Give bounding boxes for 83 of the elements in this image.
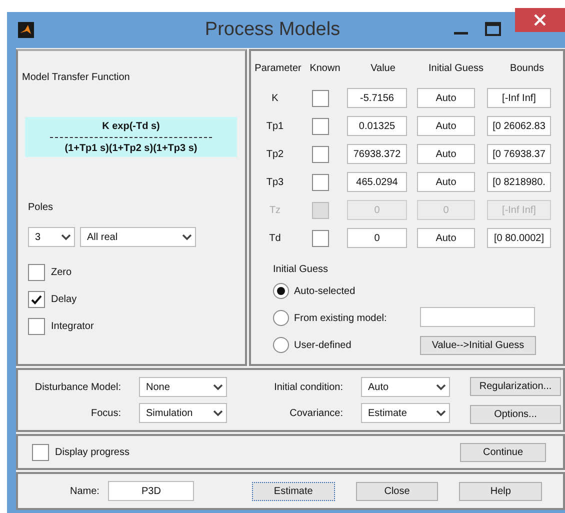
window-title: Process Models — [204, 18, 342, 42]
button[interactable]: Continue — [460, 442, 546, 462]
parameter-name: Tp3 — [265, 176, 285, 190]
initial-guess-field[interactable]: Auto — [417, 228, 475, 248]
checkbox-label: Delay — [51, 293, 77, 307]
button[interactable]: Options... — [470, 404, 561, 424]
value-field[interactable]: 465.0294 — [347, 172, 407, 192]
close-button[interactable] — [515, 8, 565, 32]
bounds-field[interactable]: [0 80.0002] — [487, 228, 551, 248]
radio-button[interactable] — [273, 283, 289, 299]
radio-button[interactable] — [273, 337, 289, 353]
pole-type-dropdown[interactable]: All real — [80, 227, 196, 247]
button[interactable]: Regularization... — [470, 376, 561, 396]
dropdown[interactable]: None — [139, 377, 227, 397]
model-field[interactable] — [420, 307, 535, 327]
checkbox-label: Zero — [51, 266, 72, 280]
bounds-field[interactable]: [0 76938.37 — [487, 144, 551, 164]
parameter-name: K — [270, 92, 280, 106]
checkbox[interactable] — [28, 318, 45, 335]
numerator-text: K exp(-Td s) — [102, 120, 160, 134]
denominator-text: (1+Tp1 s)(1+Tp2 s)(1+Tp3 s) — [64, 142, 198, 156]
initial-guess-field: 0 — [417, 200, 475, 220]
checkbox-label: Display progress — [55, 446, 130, 460]
button[interactable]: Value-->Initial Guess — [420, 336, 536, 355]
field-label: Focus: — [90, 406, 121, 420]
panel-title: Model Transfer Function — [22, 71, 130, 85]
initial-guess-field[interactable]: Auto — [417, 172, 475, 192]
button[interactable]: Estimate — [252, 482, 335, 500]
checkbox[interactable] — [312, 174, 328, 190]
caret-icon — [61, 234, 71, 240]
radio-label: From existing model: — [294, 312, 387, 326]
parameter-name: Tz — [268, 204, 282, 218]
bounds-field: [-Inf Inf] — [487, 200, 551, 220]
poles-dropdown[interactable]: 3 — [28, 227, 75, 247]
column-header: Known — [308, 62, 342, 76]
button[interactable]: Help — [459, 482, 542, 500]
section-title: Initial Guess — [273, 263, 328, 277]
caret-icon — [182, 234, 192, 240]
parameter-name: Tp1 — [265, 120, 285, 134]
checkbox[interactable] — [312, 90, 328, 106]
initial-guess-field[interactable]: Auto — [417, 116, 475, 136]
bounds-field[interactable]: [-Inf Inf] — [487, 88, 551, 108]
dropdown[interactable]: Auto — [361, 377, 450, 397]
bounds-field[interactable]: [0 26062.83 — [487, 116, 551, 136]
bounds-field[interactable]: [0 8218980. — [487, 172, 551, 192]
value-field[interactable]: -5.7156 — [347, 88, 407, 108]
parameter-name: Tp2 — [265, 148, 285, 162]
close-icon — [534, 14, 546, 26]
value-field[interactable]: 0.01325 — [347, 116, 407, 136]
caret-icon — [213, 410, 223, 416]
column-header: Initial Guess — [427, 62, 485, 76]
checkbox[interactable] — [312, 230, 328, 246]
caret-icon — [436, 410, 446, 416]
name-field[interactable]: P3D — [108, 481, 194, 501]
app-icon — [18, 22, 34, 38]
value-field[interactable]: 76938.372 — [347, 144, 407, 164]
checkbox[interactable] — [312, 146, 328, 162]
field-label: Disturbance Model: — [34, 380, 121, 394]
value-field[interactable]: 0 — [347, 228, 407, 248]
dropdown[interactable]: Estimate — [361, 403, 450, 423]
dropdown[interactable]: Simulation — [139, 403, 227, 423]
value-field: 0 — [347, 200, 407, 220]
column-header: Bounds — [509, 62, 545, 76]
column-header: Parameter — [254, 62, 302, 76]
radio-label: Auto-selected — [294, 284, 356, 298]
checkbox[interactable] — [28, 264, 45, 281]
caret-icon — [213, 384, 223, 390]
poles-label: Poles — [28, 201, 54, 215]
button[interactable]: Close — [356, 482, 438, 500]
radio-button[interactable] — [273, 310, 289, 326]
checkbox[interactable] — [28, 291, 45, 308]
field-label: Initial condition: — [273, 380, 343, 394]
caret-icon — [436, 384, 446, 390]
checkbox[interactable] — [312, 118, 328, 134]
checkbox-label: Integrator — [51, 320, 94, 334]
column-header: Value — [370, 62, 396, 76]
radio-label: User-defined — [294, 338, 352, 352]
field-label: Covariance: — [288, 406, 343, 420]
initial-guess-field[interactable]: Auto — [417, 144, 475, 164]
checkbox[interactable] — [32, 444, 49, 460]
initial-guess-field[interactable]: Auto — [417, 88, 475, 108]
field-label: Name: — [70, 484, 100, 498]
parameter-name: Td — [268, 232, 282, 246]
